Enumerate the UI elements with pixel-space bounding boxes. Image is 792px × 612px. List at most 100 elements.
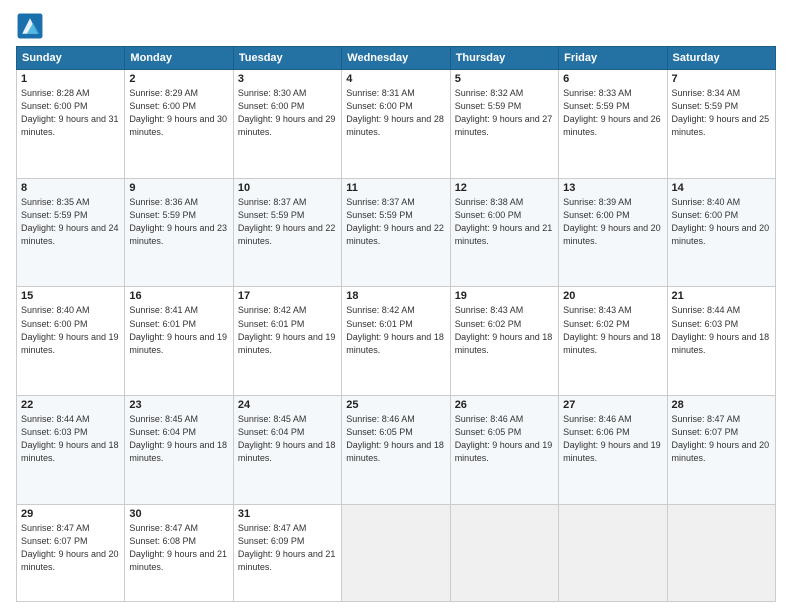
calendar-cell: 10 Sunrise: 8:37 AM Sunset: 5:59 PM Dayl… xyxy=(233,178,341,287)
day-info: Sunrise: 8:44 AM Sunset: 6:03 PM Dayligh… xyxy=(21,413,120,465)
day-number: 7 xyxy=(672,73,771,85)
weekday-header-sunday: Sunday xyxy=(17,47,125,70)
logo xyxy=(16,12,48,40)
day-info: Sunrise: 8:42 AM Sunset: 6:01 PM Dayligh… xyxy=(346,304,445,356)
calendar-cell xyxy=(559,504,667,601)
calendar-cell: 15 Sunrise: 8:40 AM Sunset: 6:00 PM Dayl… xyxy=(17,287,125,396)
page: SundayMondayTuesdayWednesdayThursdayFrid… xyxy=(0,0,792,612)
day-info: Sunrise: 8:29 AM Sunset: 6:00 PM Dayligh… xyxy=(129,87,228,139)
day-info: Sunrise: 8:45 AM Sunset: 6:04 PM Dayligh… xyxy=(129,413,228,465)
calendar-cell: 11 Sunrise: 8:37 AM Sunset: 5:59 PM Dayl… xyxy=(342,178,450,287)
calendar-cell: 3 Sunrise: 8:30 AM Sunset: 6:00 PM Dayli… xyxy=(233,70,341,179)
calendar-cell: 20 Sunrise: 8:43 AM Sunset: 6:02 PM Dayl… xyxy=(559,287,667,396)
calendar-cell: 4 Sunrise: 8:31 AM Sunset: 6:00 PM Dayli… xyxy=(342,70,450,179)
day-number: 5 xyxy=(455,73,554,85)
day-info: Sunrise: 8:34 AM Sunset: 5:59 PM Dayligh… xyxy=(672,87,771,139)
calendar-cell: 7 Sunrise: 8:34 AM Sunset: 5:59 PM Dayli… xyxy=(667,70,775,179)
day-info: Sunrise: 8:36 AM Sunset: 5:59 PM Dayligh… xyxy=(129,196,228,248)
day-info: Sunrise: 8:32 AM Sunset: 5:59 PM Dayligh… xyxy=(455,87,554,139)
day-number: 31 xyxy=(238,508,337,520)
calendar-cell: 16 Sunrise: 8:41 AM Sunset: 6:01 PM Dayl… xyxy=(125,287,233,396)
calendar-cell: 14 Sunrise: 8:40 AM Sunset: 6:00 PM Dayl… xyxy=(667,178,775,287)
weekday-header-thursday: Thursday xyxy=(450,47,558,70)
calendar-cell: 25 Sunrise: 8:46 AM Sunset: 6:05 PM Dayl… xyxy=(342,396,450,505)
day-number: 16 xyxy=(129,290,228,302)
day-number: 18 xyxy=(346,290,445,302)
weekday-header-saturday: Saturday xyxy=(667,47,775,70)
day-number: 3 xyxy=(238,73,337,85)
calendar-cell: 9 Sunrise: 8:36 AM Sunset: 5:59 PM Dayli… xyxy=(125,178,233,287)
calendar-cell: 12 Sunrise: 8:38 AM Sunset: 6:00 PM Dayl… xyxy=(450,178,558,287)
calendar-cell: 30 Sunrise: 8:47 AM Sunset: 6:08 PM Dayl… xyxy=(125,504,233,601)
calendar-cell: 21 Sunrise: 8:44 AM Sunset: 6:03 PM Dayl… xyxy=(667,287,775,396)
calendar-cell xyxy=(667,504,775,601)
calendar-cell xyxy=(450,504,558,601)
day-info: Sunrise: 8:46 AM Sunset: 6:05 PM Dayligh… xyxy=(455,413,554,465)
day-info: Sunrise: 8:28 AM Sunset: 6:00 PM Dayligh… xyxy=(21,87,120,139)
weekday-header-wednesday: Wednesday xyxy=(342,47,450,70)
day-info: Sunrise: 8:40 AM Sunset: 6:00 PM Dayligh… xyxy=(21,304,120,356)
day-number: 13 xyxy=(563,182,662,194)
calendar-cell: 24 Sunrise: 8:45 AM Sunset: 6:04 PM Dayl… xyxy=(233,396,341,505)
day-info: Sunrise: 8:40 AM Sunset: 6:00 PM Dayligh… xyxy=(672,196,771,248)
calendar-table: SundayMondayTuesdayWednesdayThursdayFrid… xyxy=(16,46,776,602)
day-info: Sunrise: 8:31 AM Sunset: 6:00 PM Dayligh… xyxy=(346,87,445,139)
calendar-cell: 13 Sunrise: 8:39 AM Sunset: 6:00 PM Dayl… xyxy=(559,178,667,287)
header xyxy=(16,12,776,40)
calendar-cell: 28 Sunrise: 8:47 AM Sunset: 6:07 PM Dayl… xyxy=(667,396,775,505)
day-number: 14 xyxy=(672,182,771,194)
logo-icon xyxy=(16,12,44,40)
weekday-header-row: SundayMondayTuesdayWednesdayThursdayFrid… xyxy=(17,47,776,70)
day-info: Sunrise: 8:30 AM Sunset: 6:00 PM Dayligh… xyxy=(238,87,337,139)
calendar-cell: 27 Sunrise: 8:46 AM Sunset: 6:06 PM Dayl… xyxy=(559,396,667,505)
day-number: 26 xyxy=(455,399,554,411)
day-number: 19 xyxy=(455,290,554,302)
day-number: 28 xyxy=(672,399,771,411)
day-number: 4 xyxy=(346,73,445,85)
calendar-cell: 1 Sunrise: 8:28 AM Sunset: 6:00 PM Dayli… xyxy=(17,70,125,179)
day-number: 10 xyxy=(238,182,337,194)
day-number: 11 xyxy=(346,182,445,194)
calendar-cell: 18 Sunrise: 8:42 AM Sunset: 6:01 PM Dayl… xyxy=(342,287,450,396)
day-number: 15 xyxy=(21,290,120,302)
day-number: 23 xyxy=(129,399,228,411)
calendar-cell: 31 Sunrise: 8:47 AM Sunset: 6:09 PM Dayl… xyxy=(233,504,341,601)
day-info: Sunrise: 8:35 AM Sunset: 5:59 PM Dayligh… xyxy=(21,196,120,248)
day-info: Sunrise: 8:47 AM Sunset: 6:09 PM Dayligh… xyxy=(238,522,337,574)
day-number: 1 xyxy=(21,73,120,85)
day-info: Sunrise: 8:43 AM Sunset: 6:02 PM Dayligh… xyxy=(563,304,662,356)
day-number: 12 xyxy=(455,182,554,194)
calendar-cell: 23 Sunrise: 8:45 AM Sunset: 6:04 PM Dayl… xyxy=(125,396,233,505)
day-info: Sunrise: 8:46 AM Sunset: 6:06 PM Dayligh… xyxy=(563,413,662,465)
weekday-header-monday: Monday xyxy=(125,47,233,70)
day-info: Sunrise: 8:46 AM Sunset: 6:05 PM Dayligh… xyxy=(346,413,445,465)
day-number: 30 xyxy=(129,508,228,520)
day-number: 6 xyxy=(563,73,662,85)
calendar-cell: 19 Sunrise: 8:43 AM Sunset: 6:02 PM Dayl… xyxy=(450,287,558,396)
day-number: 9 xyxy=(129,182,228,194)
calendar-cell: 8 Sunrise: 8:35 AM Sunset: 5:59 PM Dayli… xyxy=(17,178,125,287)
day-info: Sunrise: 8:41 AM Sunset: 6:01 PM Dayligh… xyxy=(129,304,228,356)
day-info: Sunrise: 8:47 AM Sunset: 6:07 PM Dayligh… xyxy=(21,522,120,574)
calendar-cell xyxy=(342,504,450,601)
day-info: Sunrise: 8:37 AM Sunset: 5:59 PM Dayligh… xyxy=(238,196,337,248)
day-info: Sunrise: 8:47 AM Sunset: 6:08 PM Dayligh… xyxy=(129,522,228,574)
day-number: 29 xyxy=(21,508,120,520)
day-info: Sunrise: 8:45 AM Sunset: 6:04 PM Dayligh… xyxy=(238,413,337,465)
day-info: Sunrise: 8:43 AM Sunset: 6:02 PM Dayligh… xyxy=(455,304,554,356)
calendar-cell: 29 Sunrise: 8:47 AM Sunset: 6:07 PM Dayl… xyxy=(17,504,125,601)
calendar-cell: 2 Sunrise: 8:29 AM Sunset: 6:00 PM Dayli… xyxy=(125,70,233,179)
day-number: 2 xyxy=(129,73,228,85)
weekday-header-tuesday: Tuesday xyxy=(233,47,341,70)
weekday-header-friday: Friday xyxy=(559,47,667,70)
calendar-cell: 6 Sunrise: 8:33 AM Sunset: 5:59 PM Dayli… xyxy=(559,70,667,179)
day-number: 8 xyxy=(21,182,120,194)
day-number: 21 xyxy=(672,290,771,302)
day-info: Sunrise: 8:42 AM Sunset: 6:01 PM Dayligh… xyxy=(238,304,337,356)
day-info: Sunrise: 8:47 AM Sunset: 6:07 PM Dayligh… xyxy=(672,413,771,465)
day-info: Sunrise: 8:38 AM Sunset: 6:00 PM Dayligh… xyxy=(455,196,554,248)
day-number: 20 xyxy=(563,290,662,302)
day-info: Sunrise: 8:39 AM Sunset: 6:00 PM Dayligh… xyxy=(563,196,662,248)
day-number: 22 xyxy=(21,399,120,411)
day-number: 27 xyxy=(563,399,662,411)
